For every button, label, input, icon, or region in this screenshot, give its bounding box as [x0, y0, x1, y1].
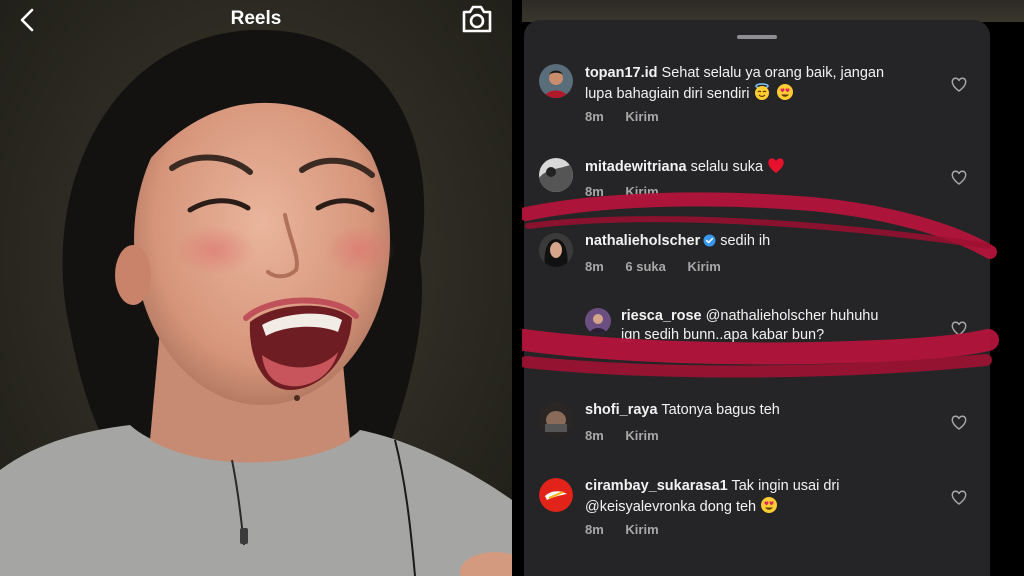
comment-like-count[interactable]: 6 suka [625, 259, 665, 274]
heart-icon[interactable] [951, 415, 967, 430]
comment-time: 8m [585, 428, 604, 443]
comment-meta: 8m Kirim [585, 428, 677, 443]
reply-button[interactable]: Kirim [625, 522, 658, 537]
comment-username[interactable]: topan17.id [585, 65, 658, 81]
comment-body-line1: Sehat selalu ya orang baik, jangan [661, 65, 885, 81]
screen-divider [512, 0, 522, 576]
reels-header: Reels [0, 0, 512, 40]
smiling-face-with-heart-eyes-icon [776, 84, 793, 100]
comment-username[interactable]: cirambay_sukarasa1 [585, 478, 728, 494]
avatar[interactable] [539, 64, 573, 98]
avatar[interactable] [539, 402, 573, 436]
comment-meta: 8m Kirim [585, 184, 677, 199]
comment-body-line1: Tatonya bagus teh [661, 402, 780, 418]
comment-body-line1: @nathalieholscher huhuhu [705, 308, 879, 324]
reply-button[interactable]: Kirim [688, 259, 721, 274]
reels-video-frame [0, 29, 512, 576]
comment-username[interactable]: nathalieholscher [585, 233, 700, 249]
comment-meta: 8m Kirim [585, 522, 677, 537]
reply-button[interactable]: Kirim [625, 109, 658, 124]
smiling-face-with-halo-icon [755, 83, 770, 100]
page-title: Reels [230, 8, 282, 29]
comment-time: 8m [585, 184, 604, 199]
comment-time: 8m [585, 109, 604, 124]
comment-time: 8m [585, 522, 604, 537]
verified-badge-icon [703, 234, 716, 247]
sheet-grabber[interactable] [737, 35, 777, 39]
comment-username[interactable]: riesca_rose [621, 308, 702, 324]
comment-text: topan17.id Sehat selalu ya orang baik, j… [585, 64, 925, 104]
heart-icon[interactable] [951, 490, 967, 505]
comment-body-line2[interactable]: @keisyalevronka dong teh [585, 499, 756, 515]
heart-icon[interactable] [951, 170, 967, 185]
reply-button[interactable]: Kirim [625, 428, 658, 443]
comment-meta: 8m 6 suka Kirim [585, 259, 739, 274]
comment-text: riesca_rose @nathalieholscher huhuhu jgn… [621, 307, 921, 345]
comment-body-line1: Tak ingin usai dri [731, 478, 840, 494]
avatar[interactable] [585, 308, 611, 334]
comment-meta: 8m Kirim [585, 109, 677, 124]
avatar[interactable] [539, 158, 573, 192]
reply-button[interactable]: Kirim [625, 184, 658, 199]
heart-icon[interactable] [951, 321, 967, 336]
avatar[interactable] [539, 233, 573, 267]
comment-text: nathalieholscher sedih ih [585, 232, 925, 251]
avatar[interactable] [539, 478, 573, 512]
comment-time: 8m [585, 259, 604, 274]
comment-text: shofi_raya Tatonya bagus teh [585, 401, 925, 420]
red-heart-icon [768, 158, 784, 173]
comment-username[interactable]: mitadewitriana [585, 159, 687, 175]
comment-body-line2: jgn sedih bunn..apa kabar bun? [621, 327, 825, 343]
comment-username[interactable]: shofi_raya [585, 402, 658, 418]
comment-body-line1: sedih ih [720, 233, 771, 249]
camera-icon[interactable] [460, 3, 494, 35]
comment-body-line1: selalu suka [690, 159, 764, 175]
comment-body-line2: lupa bahagiain diri sendiri [585, 86, 750, 102]
comments-screen: topan17.id Sehat selalu ya orang baik, j… [522, 0, 1024, 576]
video-preview-strip [522, 0, 1024, 22]
heart-icon[interactable] [951, 77, 967, 92]
smiling-face-with-heart-eyes-icon [761, 497, 778, 513]
comment-text: mitadewitriana selalu suka [585, 157, 925, 177]
comments-sheet[interactable]: topan17.id Sehat selalu ya orang baik, j… [524, 20, 990, 576]
comment-text: cirambay_sukarasa1 Tak ingin usai dri @k… [585, 477, 925, 517]
reels-video-panel[interactable]: Reels [0, 0, 512, 576]
